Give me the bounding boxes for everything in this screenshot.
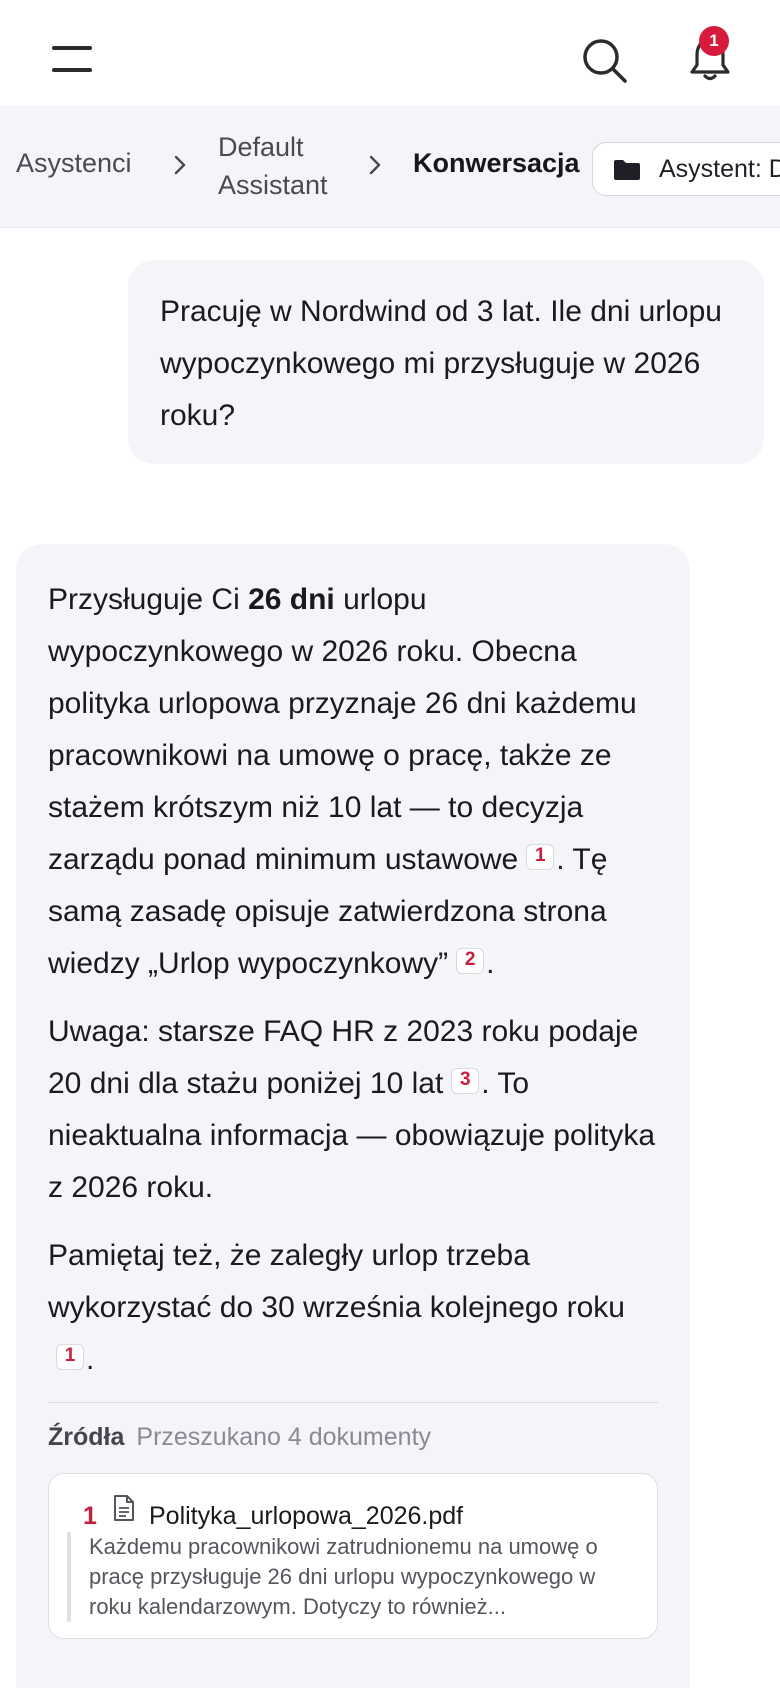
answer-text: Przysługuje Ci bbox=[48, 583, 249, 616]
citation-badge[interactable]: 1 bbox=[56, 1344, 84, 1370]
sources-title: Źródła bbox=[48, 1423, 125, 1451]
answer-text: Uwaga: starsze FAQ HR z 2023 roku podaje… bbox=[48, 1015, 639, 1100]
answer-text: . bbox=[486, 947, 495, 980]
source-card[interactable]: 1 Polityka_urlopowa_2026.pdf Każdemu pra… bbox=[48, 1473, 658, 1639]
answer-text: . bbox=[86, 1343, 95, 1376]
citation-badge[interactable]: 2 bbox=[456, 948, 485, 974]
breadcrumb-item-current: Konwersacja bbox=[413, 148, 580, 178]
chevron-right-icon bbox=[369, 155, 381, 175]
user-message: Pracuję w Nordwind od 3 lat. Ile dni url… bbox=[128, 260, 764, 464]
breadcrumb-item-default-assistant[interactable]: Default Assistant bbox=[218, 128, 358, 204]
search-icon[interactable] bbox=[580, 36, 630, 86]
top-bar: 1 bbox=[0, 0, 780, 106]
answer-text: Pamiętaj też, że zaległy urlop trzeba wy… bbox=[48, 1239, 625, 1324]
sources-divider bbox=[48, 1402, 658, 1403]
assistant-paragraph: Pamiętaj też, że zaległy urlop trzeba wy… bbox=[48, 1230, 658, 1386]
citation-badge[interactable]: 3 bbox=[451, 1068, 480, 1094]
hamburger-menu-icon[interactable] bbox=[52, 46, 92, 74]
chevron-right-icon bbox=[174, 155, 186, 175]
sources-count: Przeszukano 4 dokumenty bbox=[136, 1423, 432, 1451]
assistant-selector-button[interactable]: Asystent: Default Assistant bbox=[592, 142, 780, 196]
assistant-selector-label: Asystent: Default Assistant bbox=[659, 155, 780, 183]
assistant-paragraph: Przysługuje Ci 26 dni urlopu wypoczynkow… bbox=[48, 574, 658, 990]
answer-text: urlopu wypoczynkowego w 2026 roku. Obecn… bbox=[48, 583, 637, 876]
citation-badge[interactable]: 1 bbox=[526, 844, 555, 870]
assistant-paragraph: Uwaga: starsze FAQ HR z 2023 roku podaje… bbox=[48, 1006, 658, 1214]
breadcrumb: Asystenci Default Assistant Konwersacja … bbox=[0, 106, 780, 228]
source-excerpt: Każdemu pracownikowi zatrudnionemu na um… bbox=[67, 1532, 635, 1622]
notification-badge: 1 bbox=[699, 26, 729, 56]
sources-header: Źródła Przeszukano 4 dokumenty bbox=[48, 1417, 658, 1457]
answer-highlight: 26 dni bbox=[248, 583, 335, 616]
document-icon bbox=[114, 1495, 134, 1521]
assistant-message: Przysługuje Ci 26 dni urlopu wypoczynkow… bbox=[16, 544, 690, 1688]
breadcrumb-item-asystenci[interactable]: Asystenci bbox=[16, 148, 132, 179]
folder-icon bbox=[614, 160, 640, 180]
